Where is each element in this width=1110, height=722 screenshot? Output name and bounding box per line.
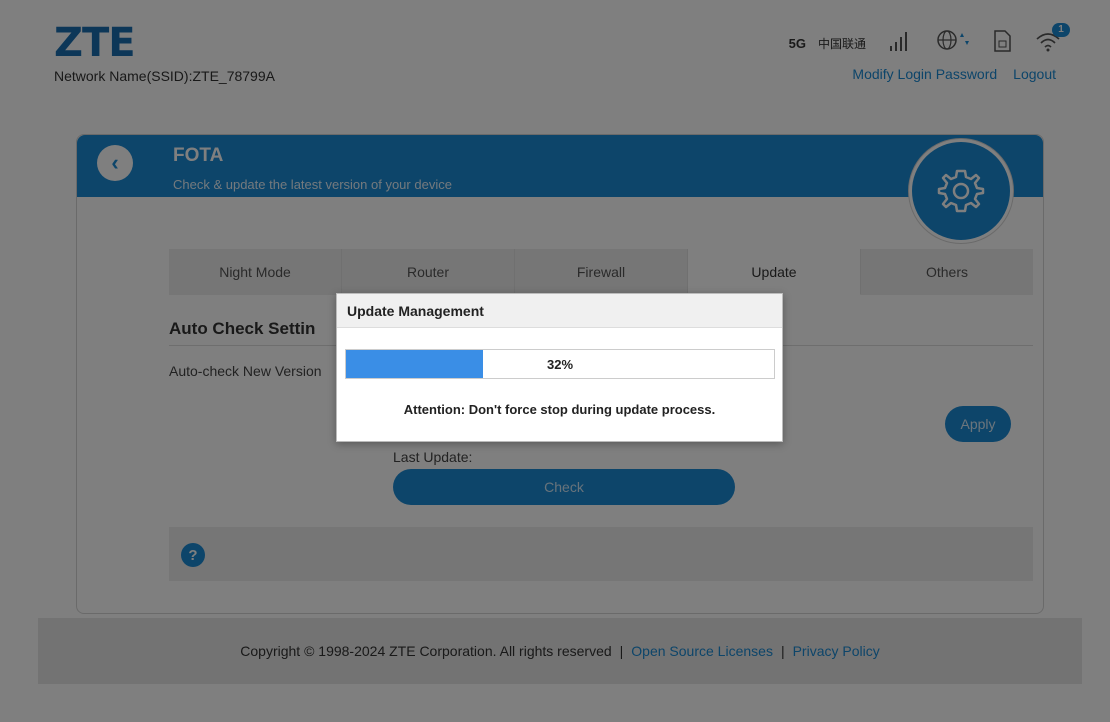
update-management-dialog: Update Management 32% Attention: Don't f… [336,293,783,442]
progress-percent: 32% [546,356,574,372]
dialog-title: Update Management [337,294,782,328]
update-progress-bar: 32% [345,349,775,379]
update-warning: Attention: Don't force stop during updat… [403,402,716,417]
